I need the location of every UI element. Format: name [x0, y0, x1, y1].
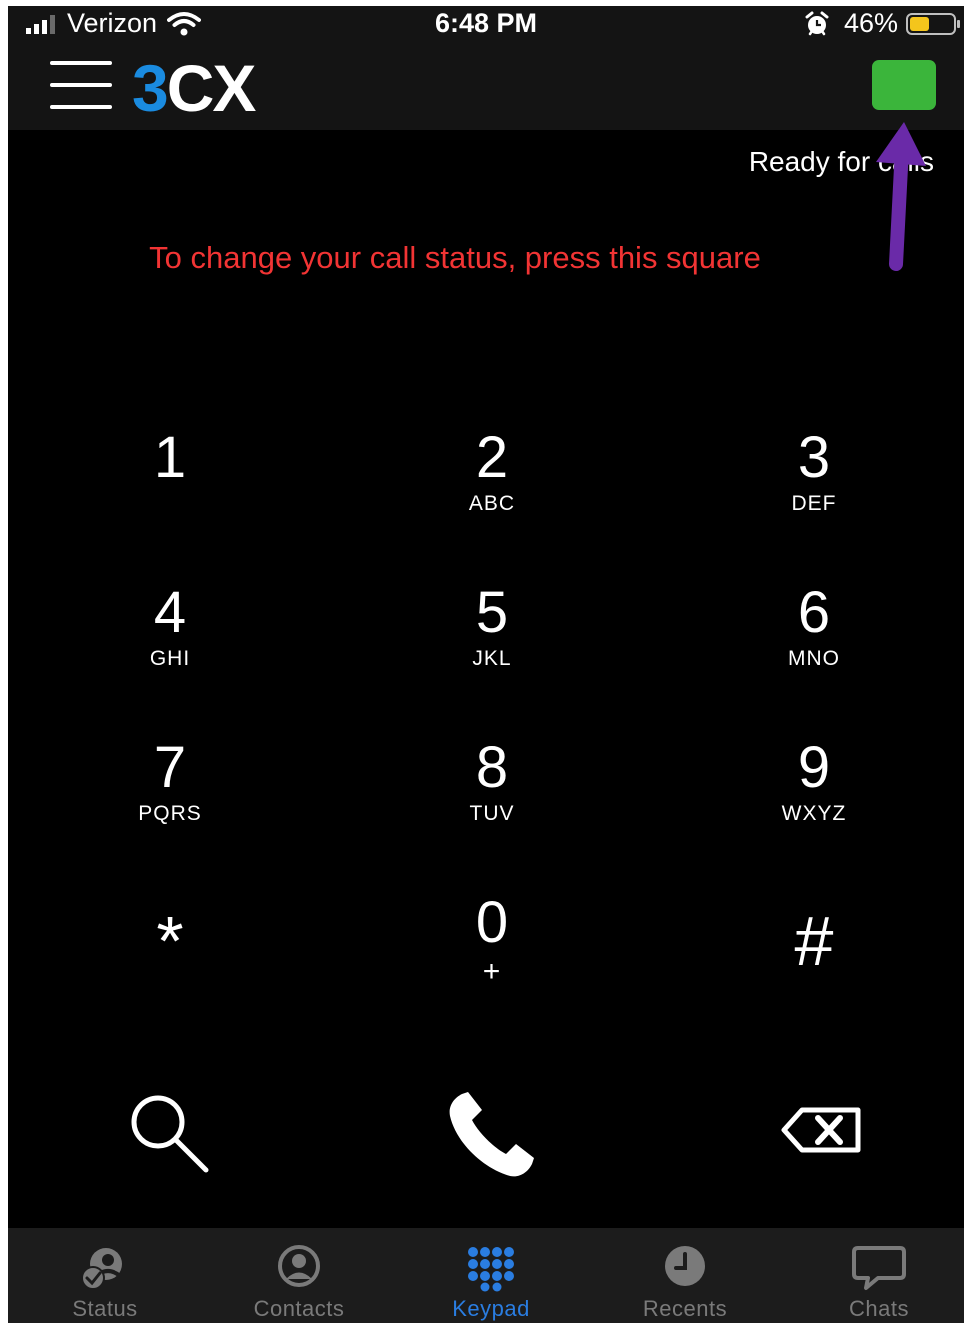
key-digit: *: [156, 902, 184, 980]
tab-label: Recents: [642, 1296, 728, 1321]
key-0[interactable]: 0 +: [382, 891, 602, 1021]
clock-icon: [665, 1246, 705, 1286]
key-3[interactable]: 3 DEF: [704, 426, 924, 556]
backspace-icon[interactable]: [774, 1088, 874, 1188]
chat-icon: [852, 1246, 906, 1290]
logo-3: 3: [132, 51, 169, 125]
battery-icon: [906, 12, 960, 35]
key-2[interactable]: 2 ABC: [382, 426, 602, 556]
key-letters: MNO: [788, 647, 840, 670]
key-8[interactable]: 8 TUV: [382, 736, 602, 866]
dial-keypad: 1 2 ABC 3 DEF 4 GHI 5 JKL 6 MNO 7 PQRS 8 TUV 9W…: [8, 426, 964, 1046]
key-letters: PQRS: [138, 802, 202, 825]
tab-recents[interactable]: Recents: [590, 1228, 780, 1323]
search-icon[interactable]: [120, 1086, 220, 1186]
arrow-annotation-icon: [876, 122, 926, 271]
key-letters: ABC: [468, 492, 516, 515]
key-digit: 7: [153, 735, 187, 800]
alarm-icon: [805, 11, 829, 35]
hamburger-menu-icon[interactable]: [50, 59, 112, 111]
logo-cx: CX: [166, 51, 257, 125]
tab-chats[interactable]: Chats: [784, 1228, 964, 1323]
instruction-annotation: To change your call status, press this s…: [149, 240, 761, 275]
key-digit: #: [794, 902, 834, 980]
key-letters: WXYZ: [781, 802, 847, 825]
key-digit: 8: [475, 735, 509, 800]
tab-label: Status: [72, 1296, 138, 1321]
key-digit: 5: [475, 580, 509, 645]
battery-percent: 46%: [843, 8, 898, 38]
phone-icon[interactable]: [442, 1084, 542, 1184]
tab-label: Keypad: [452, 1296, 530, 1321]
tab-contacts[interactable]: Contacts: [204, 1228, 394, 1323]
dialer-actions: [8, 1076, 964, 1186]
key-7[interactable]: 7 PQRS: [60, 736, 280, 866]
call-status-button[interactable]: [872, 60, 936, 110]
3cx-logo: 3CX: [132, 50, 257, 126]
key-5[interactable]: 5 JKL: [382, 581, 602, 711]
key-4[interactable]: 4 GHI: [60, 581, 280, 711]
key-digit: 6: [797, 580, 831, 645]
tab-keypad[interactable]: Keypad: [396, 1228, 586, 1323]
tab-label: Chats: [849, 1296, 909, 1321]
key-digit: 2: [475, 425, 509, 490]
key-digit: 3: [797, 425, 831, 490]
status-bar-right: 46%: [804, 8, 960, 39]
status-bar: Verizon 6:48 PM 46%: [8, 6, 964, 42]
contact-icon: [278, 1245, 320, 1287]
key-letters: +: [482, 955, 502, 988]
key-9[interactable]: 9 WXYZ: [704, 736, 924, 866]
app-bar: 3CX: [8, 42, 964, 130]
keypad-icon: [468, 1247, 514, 1292]
tab-label: Contacts: [253, 1296, 345, 1321]
key-hash[interactable]: #: [704, 896, 924, 1026]
key-digit: 1: [153, 425, 187, 490]
phone-screen: Verizon 6:48 PM 46% 3CX Ready for calls …: [8, 6, 964, 1323]
key-digit: 0: [475, 890, 509, 955]
key-digit: 4: [153, 580, 187, 645]
key-digit: 9: [797, 735, 831, 800]
key-1[interactable]: 1: [60, 426, 280, 556]
key-letters: JKL: [472, 647, 512, 670]
status-icon: [81, 1248, 122, 1290]
key-letters: GHI: [149, 647, 191, 670]
key-letters: TUV: [469, 802, 515, 825]
tab-status[interactable]: Status: [10, 1228, 200, 1323]
key-6[interactable]: 6 MNO: [704, 581, 924, 711]
key-letters: DEF: [791, 492, 837, 515]
key-star[interactable]: *: [60, 896, 280, 1026]
bottom-tab-bar: Status Contacts Keypad Recents Chats: [8, 1228, 964, 1323]
